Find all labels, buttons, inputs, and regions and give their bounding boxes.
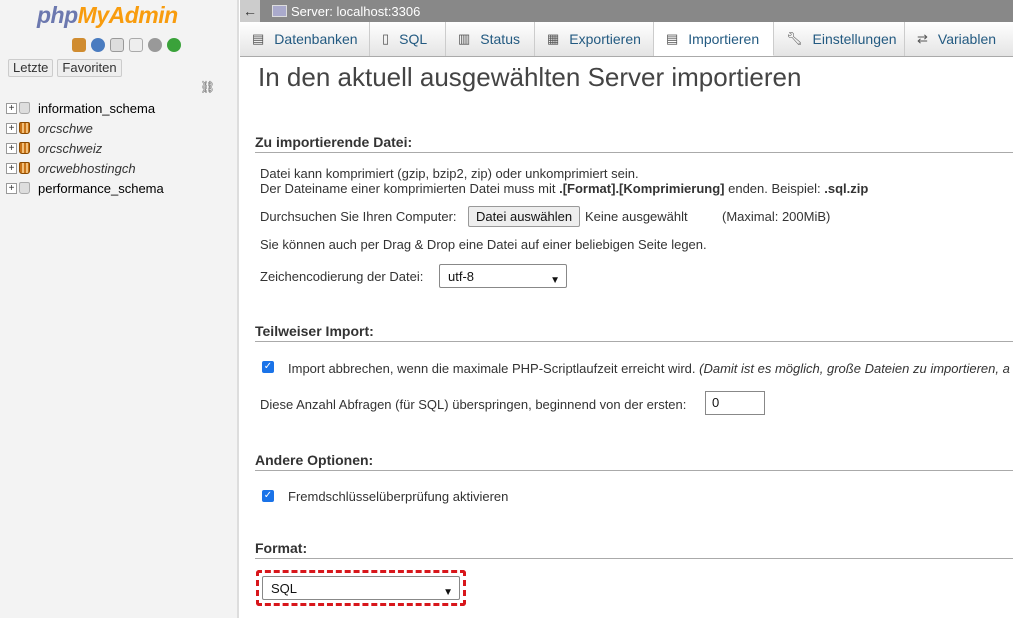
database-item[interactable]: + orcschwe xyxy=(6,118,164,138)
tab-label: Importieren xyxy=(688,30,760,47)
format-select[interactable]: SQL ▼ xyxy=(262,576,460,600)
database-icon: ▤ xyxy=(252,31,265,46)
tab-sql[interactable]: ▯ SQL xyxy=(370,22,446,56)
tab-label: Datenbanken xyxy=(274,31,358,47)
status-icon: ▥ xyxy=(458,31,471,46)
tab-label: Einstellungen xyxy=(812,31,897,47)
server-tabs: ▤ Datenbanken ▯ SQL ▥ Status ▦ Exportier… xyxy=(240,22,1013,57)
tab-settings[interactable]: 🔧︎ Einstellungen xyxy=(774,22,905,56)
database-icon xyxy=(19,122,30,134)
database-name[interactable]: information_schema xyxy=(38,101,155,116)
quick-links xyxy=(72,38,181,52)
foreign-key-check-label: Fremdschlüsselüberprüfung aktivieren xyxy=(288,489,509,504)
filename-format-pattern: .[Format].[Komprimierung] xyxy=(559,181,725,196)
section-heading-other-options: Andere Optionen: xyxy=(255,452,1013,471)
database-name[interactable]: performance_schema xyxy=(38,181,164,196)
database-item[interactable]: + performance_schema xyxy=(6,178,164,198)
tab-variables[interactable]: ⇄ Variablen xyxy=(905,22,1013,56)
sql-icon: ▯ xyxy=(382,31,390,46)
charset-select[interactable]: utf-8 ▼ xyxy=(439,264,567,288)
export-icon: ▦ xyxy=(547,31,560,46)
expand-plus-icon[interactable]: + xyxy=(6,142,17,154)
server-breadcrumb-bar: ← Server: localhost:3306 xyxy=(240,0,1013,22)
section-heading-partial-import: Teilweiser Import: xyxy=(255,323,1013,342)
main-content: In den aktuell ausgewählten Server impor… xyxy=(242,56,1013,618)
tab-label: SQL xyxy=(399,31,428,47)
expand-plus-icon[interactable]: + xyxy=(6,102,17,114)
database-item[interactable]: + information_schema xyxy=(6,98,164,118)
database-icon xyxy=(19,142,30,154)
recent-tables-button[interactable]: Letzte xyxy=(8,59,54,77)
tab-label: Variablen xyxy=(937,31,997,47)
favorite-tables-button[interactable]: Favoriten xyxy=(57,59,122,77)
tab-export[interactable]: ▦ Exportieren xyxy=(535,22,654,56)
import-icon: ▤ xyxy=(666,30,679,46)
settings-gear-icon[interactable] xyxy=(148,38,162,52)
variables-icon: ⇄ xyxy=(917,31,928,46)
filename-example: .sql.zip xyxy=(824,181,869,196)
skip-queries-label: Diese Anzahl Abfragen (für SQL) überspri… xyxy=(260,397,687,412)
abort-on-timeout-checkbox[interactable]: ✓ xyxy=(262,361,274,373)
database-item[interactable]: + orcschweiz xyxy=(6,138,164,158)
tab-label: Status xyxy=(480,31,520,47)
database-name[interactable]: orcwebhostingch xyxy=(38,161,136,176)
navigation-panel: phpMyAdmin Letzte Favoriten ⛓ + informat… xyxy=(0,0,239,618)
database-tree: + information_schema + orcschwe + orcsch… xyxy=(6,98,164,198)
chevron-down-icon: ▼ xyxy=(550,275,560,286)
browse-label: Durchsuchen Sie Ihren Computer: xyxy=(260,209,457,224)
expand-plus-icon[interactable]: + xyxy=(6,182,17,194)
foreign-key-check-checkbox[interactable]: ✓ xyxy=(262,490,274,502)
database-name[interactable]: orcschwe xyxy=(38,121,93,136)
expand-plus-icon[interactable]: + xyxy=(6,122,17,134)
abort-label-text: Import abbrechen, wenn die maximale PHP-… xyxy=(288,361,696,376)
docs-icon[interactable] xyxy=(110,38,124,52)
server-icon xyxy=(272,5,287,17)
database-item[interactable]: + orcwebhostingch xyxy=(6,158,164,178)
collapse-arrow-icon[interactable]: ← xyxy=(240,0,260,22)
tab-import[interactable]: ▤ Importieren xyxy=(654,22,774,56)
no-file-selected-text: Keine ausgewählt xyxy=(585,209,688,224)
choose-file-button[interactable]: Datei auswählen xyxy=(468,206,581,227)
reload-icon[interactable] xyxy=(167,38,181,52)
filename-note-prefix: Der Dateiname einer komprimierten Datei … xyxy=(260,181,560,196)
tab-databases[interactable]: ▤ Datenbanken xyxy=(240,22,370,56)
compression-note: Datei kann komprimiert (gzip, bzip2, zip… xyxy=(260,166,639,181)
logo-part-myadmin: MyAdmin xyxy=(77,2,179,28)
database-icon xyxy=(19,182,30,194)
docs-icon-2[interactable] xyxy=(129,38,143,52)
logo-part-php: php xyxy=(37,2,78,28)
section-heading-format: Format: xyxy=(255,540,1013,559)
recent-favorites-bar: Letzte Favoriten xyxy=(8,59,122,77)
phpmyadmin-logo[interactable]: phpMyAdmin xyxy=(37,2,178,29)
database-icon xyxy=(19,102,30,114)
drag-drop-note: Sie können auch per Drag & Drop eine Dat… xyxy=(260,237,707,252)
home-icon[interactable] xyxy=(72,38,86,52)
skip-queries-input[interactable]: 0 xyxy=(705,391,765,415)
abort-label-note: (Damit ist es möglich, große Dateien zu … xyxy=(699,361,1010,376)
abort-on-timeout-label: Import abbrechen, wenn die maximale PHP-… xyxy=(288,361,1010,376)
tab-status[interactable]: ▥ Status xyxy=(446,22,535,56)
link-chain-icon[interactable]: ⛓ xyxy=(200,80,215,94)
database-name[interactable]: orcschweiz xyxy=(38,141,102,156)
charset-value: utf-8 xyxy=(448,269,475,284)
wrench-icon: 🔧︎ xyxy=(786,31,803,46)
charset-label: Zeichencodierung der Datei: xyxy=(260,269,424,284)
server-breadcrumb[interactable]: Server: localhost:3306 xyxy=(291,4,420,19)
filename-note-middle: enden. Beispiel: xyxy=(724,181,825,196)
filename-note: Der Dateiname einer komprimierten Datei … xyxy=(260,181,868,196)
format-value: SQL xyxy=(271,581,298,596)
expand-plus-icon[interactable]: + xyxy=(6,162,17,174)
chevron-down-icon: ▼ xyxy=(443,587,453,598)
page-title: In den aktuell ausgewählten Server impor… xyxy=(258,62,802,92)
section-heading-file: Zu importierende Datei: xyxy=(255,134,1013,153)
tab-label: Exportieren xyxy=(569,31,641,47)
help-icon[interactable] xyxy=(91,38,105,52)
database-icon xyxy=(19,162,30,174)
max-upload-size: (Maximal: 200MiB) xyxy=(722,209,831,224)
